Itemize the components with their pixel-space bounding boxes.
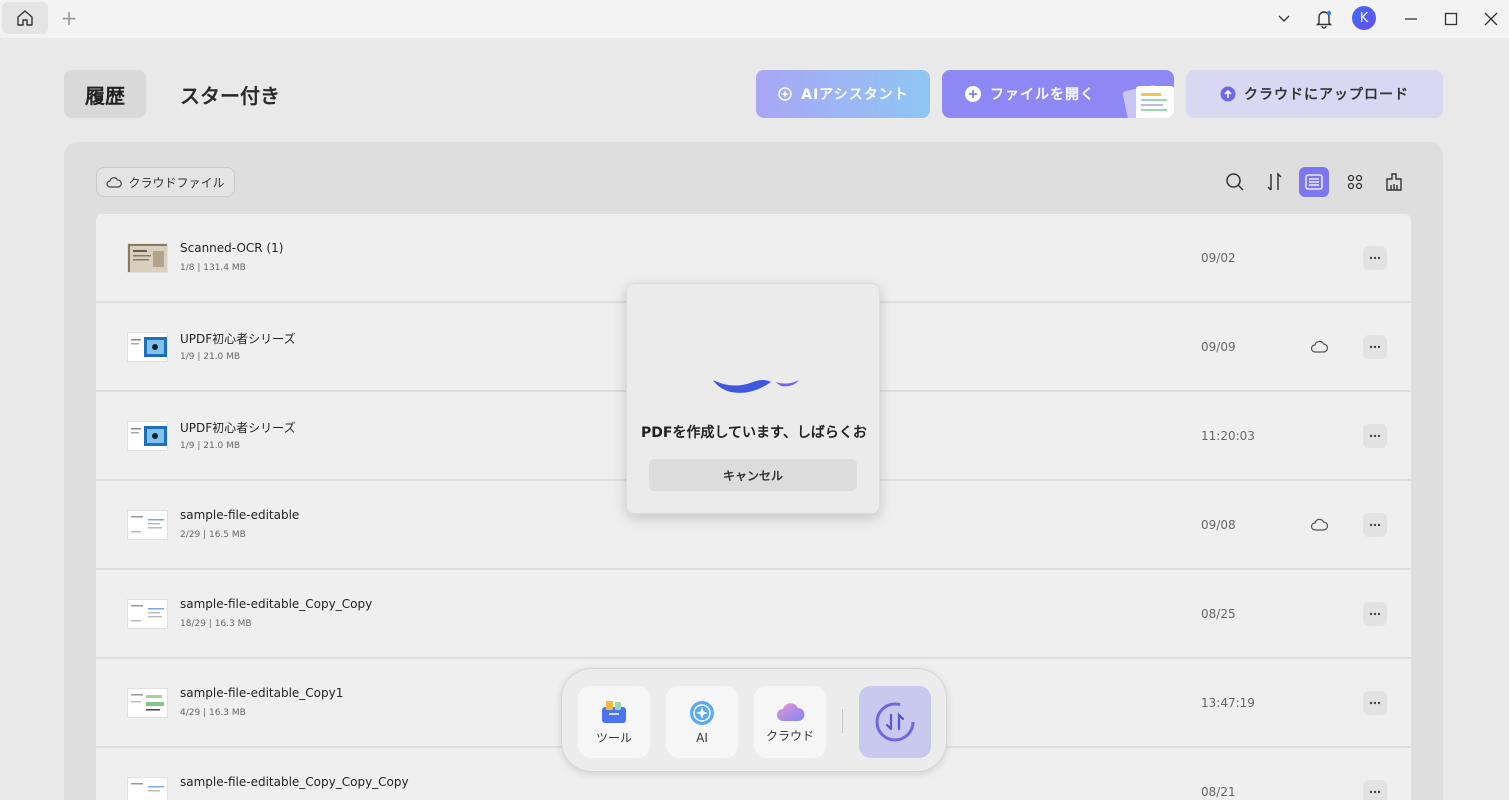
file-thumbnail [127, 243, 168, 273]
file-row[interactable]: sample-file-editable_Copy_Copy 18/29 | 1… [96, 570, 1411, 658]
dock-separator [842, 709, 843, 733]
ai-orb-icon [690, 701, 714, 725]
more-icon [1369, 612, 1381, 616]
more-icon [1369, 434, 1381, 438]
dock-cloud-label: クラウド [765, 728, 814, 743]
file-meta: 1/9 | 21.0 MB [180, 441, 241, 451]
file-thumbnail [127, 599, 168, 629]
file-meta: 2/29 | 16.5 MB [180, 530, 246, 540]
new-tab-button[interactable]: + [60, 8, 78, 28]
file-name: sample-file-editable_Copy_Copy_Copy [180, 775, 409, 789]
convert-icon [875, 702, 915, 742]
dock-ai-label: AI [696, 731, 708, 745]
more-options-button[interactable] [1363, 602, 1387, 626]
cloud-icon [777, 702, 805, 721]
cloud-files-label: クラウドファイル [128, 175, 225, 190]
file-date: 11:20:03 [1201, 429, 1255, 443]
tab-starred[interactable]: スター付き [170, 70, 290, 118]
more-options-button[interactable] [1363, 780, 1387, 800]
more-icon [1369, 523, 1381, 527]
open-file-button[interactable]: ファイルを開く [942, 70, 1174, 118]
dialog-message: PDFを作成しています、しばらくお待ちください [641, 425, 867, 441]
minimize-icon[interactable] [1399, 7, 1423, 31]
file-meta: 4/29 | 16.3 MB [180, 708, 246, 718]
file-date: 09/08 [1201, 518, 1236, 532]
chevron-down-icon[interactable] [1272, 7, 1296, 31]
more-icon [1369, 701, 1381, 705]
title-bar: + K [0, 0, 1509, 38]
upload-cloud-button[interactable]: クラウドにアップロード [1186, 70, 1443, 118]
file-date: 13:47:19 [1201, 696, 1255, 710]
more-icon [1369, 256, 1381, 260]
ai-icon [777, 86, 793, 102]
file-name: sample-file-editable_Copy1 [180, 686, 344, 700]
grid-view-icon[interactable] [1340, 167, 1370, 197]
bottom-dock: ツール AI クラウド [561, 668, 947, 772]
file-date: 08/21 [1201, 785, 1236, 799]
loading-wave-icon [713, 380, 799, 393]
file-name: sample-file-editable [180, 508, 300, 522]
create-pdf-dialog: PDFを作成しています、しばらくお待ちください キャンセル [626, 283, 880, 514]
cloud-synced-icon [1310, 340, 1328, 353]
home-tab[interactable] [2, 2, 48, 34]
file-thumbnail [127, 688, 168, 718]
file-meta: 1/8 | 131.4 MB [180, 263, 246, 273]
ai-assistant-label: AIアシスタント [801, 87, 909, 103]
list-view-icon[interactable] [1299, 167, 1329, 197]
document-illustration-icon [1122, 85, 1174, 118]
dock-ai-button[interactable]: AI [666, 686, 738, 758]
more-options-button[interactable] [1363, 691, 1387, 715]
user-avatar[interactable]: K [1352, 6, 1376, 30]
file-thumbnail [127, 421, 168, 451]
more-options-button[interactable] [1363, 246, 1387, 270]
plus-circle-icon [964, 85, 982, 103]
file-date: 08/25 [1201, 607, 1236, 621]
more-options-button[interactable] [1363, 424, 1387, 448]
upload-cloud-label: クラウドにアップロード [1244, 87, 1409, 103]
cloud-synced-icon [1310, 518, 1328, 531]
file-meta: 1/9 | 21.0 MB [180, 352, 241, 362]
dock-tools-button[interactable]: ツール [578, 686, 650, 758]
more-options-button[interactable] [1363, 513, 1387, 537]
file-thumbnail [127, 510, 168, 540]
dock-tools-label: ツール [595, 730, 632, 745]
file-thumbnail [127, 332, 168, 362]
file-name: UPDF初心者シリーズ [180, 332, 296, 346]
close-icon[interactable] [1479, 7, 1503, 31]
maximize-icon[interactable] [1439, 7, 1463, 31]
more-options-button[interactable] [1363, 335, 1387, 359]
sort-icon[interactable] [1260, 167, 1290, 197]
clean-brush-icon[interactable] [1379, 167, 1409, 197]
file-name: UPDF初心者シリーズ [180, 421, 296, 435]
toolbox-icon [602, 700, 626, 723]
cloud-icon [106, 177, 123, 188]
upload-circle-icon [1220, 86, 1236, 102]
file-name: sample-file-editable_Copy_Copy [180, 597, 373, 611]
file-thumbnail [127, 777, 168, 800]
dock-convert-button[interactable] [859, 686, 931, 758]
tab-history[interactable]: 履歴 [64, 70, 146, 118]
more-icon [1369, 345, 1381, 349]
file-meta: 18/29 | 16.3 MB [180, 619, 252, 629]
cloud-files-filter[interactable]: クラウドファイル [96, 167, 235, 197]
home-icon [17, 10, 33, 26]
file-date: 09/09 [1201, 340, 1236, 354]
dock-cloud-button[interactable]: クラウド [754, 686, 826, 758]
file-name: Scanned-OCR (1) [180, 241, 284, 255]
bell-icon[interactable] [1312, 7, 1336, 31]
file-date: 09/02 [1201, 251, 1236, 265]
cancel-button[interactable]: キャンセル [649, 459, 857, 491]
open-file-label: ファイルを開く [990, 87, 1095, 103]
search-icon[interactable] [1220, 167, 1250, 197]
ai-assistant-button[interactable]: AIアシスタント [756, 70, 930, 118]
more-icon [1369, 790, 1381, 794]
